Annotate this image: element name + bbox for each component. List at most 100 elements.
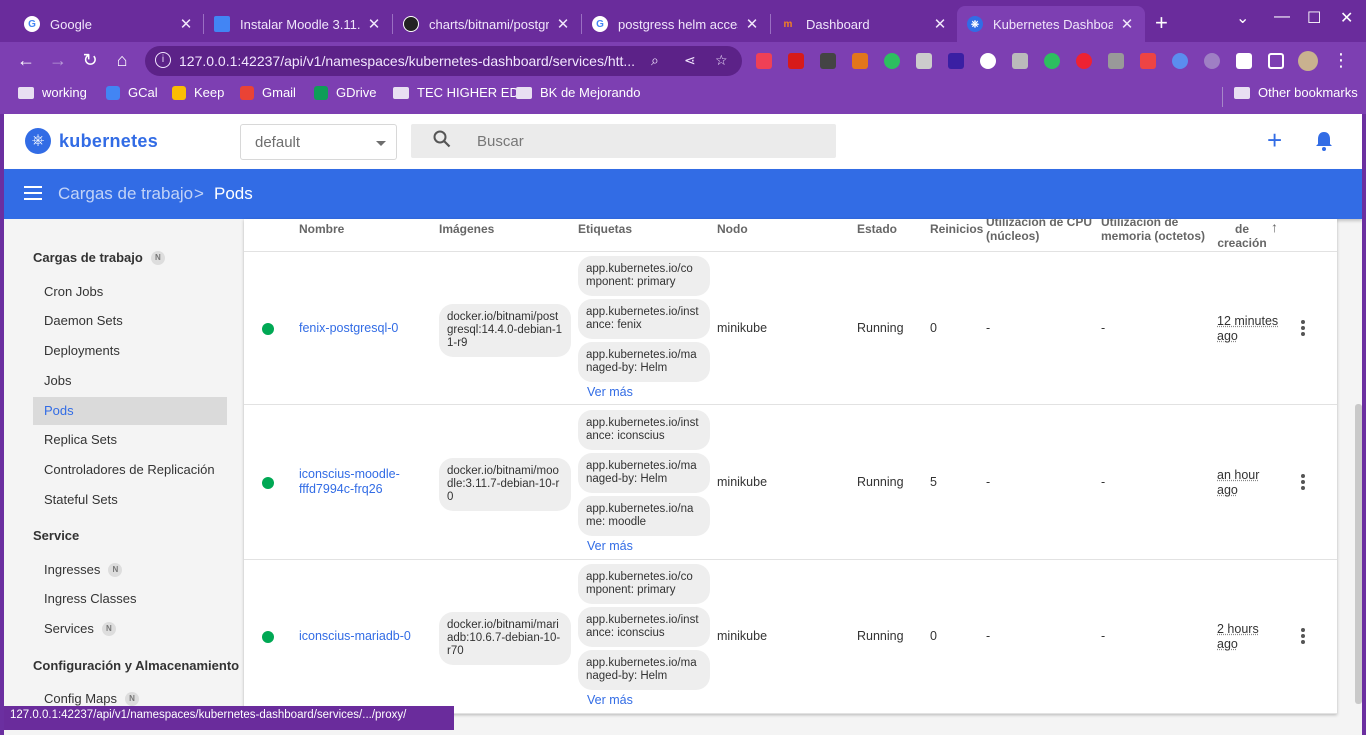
scrollbar[interactable] bbox=[1355, 404, 1362, 704]
close-icon[interactable]: ✕ bbox=[744, 15, 760, 33]
sidebar-item-deployments[interactable]: Deployments bbox=[33, 337, 227, 365]
sort-arrow-up-icon[interactable]: ↑ bbox=[1271, 220, 1278, 234]
breadcrumb-parent-link[interactable]: Cargas de trabajo bbox=[58, 184, 193, 204]
sidebar-section-service[interactable]: Service bbox=[33, 528, 79, 543]
close-icon[interactable]: ✕ bbox=[178, 15, 194, 33]
memory-cell: - bbox=[1101, 475, 1106, 489]
bookmark-star-icon[interactable]: ☆ bbox=[715, 52, 728, 69]
new-tab-button[interactable]: + bbox=[1155, 10, 1168, 36]
more-vert-icon[interactable] bbox=[1301, 628, 1307, 646]
namespace-select[interactable]: default bbox=[240, 124, 397, 160]
hootsuite-icon[interactable] bbox=[820, 53, 836, 69]
share-icon[interactable]: ⋖ bbox=[684, 52, 696, 69]
image-chip: docker.io/bitnami/postgresql:14.4.0-debi… bbox=[439, 304, 571, 357]
pods-table: Nombre Imágenes Etiquetas Nodo Estado Re… bbox=[244, 219, 1337, 714]
bookmarks-bar: working GCal Keep Gmail GDrive TEC HIGHE… bbox=[0, 80, 1366, 114]
bookmark-gdrive[interactable]: GDrive bbox=[314, 85, 376, 100]
forward-icon[interactable]: → bbox=[46, 50, 70, 71]
bookmark-tec-higher-ed[interactable]: TEC HIGHER ED bbox=[393, 85, 519, 100]
extension-icon[interactable] bbox=[1108, 53, 1124, 69]
puzzle-icon[interactable] bbox=[1236, 53, 1252, 69]
create-plus-icon[interactable]: + bbox=[1267, 127, 1282, 153]
extension-icon[interactable] bbox=[1204, 53, 1220, 69]
show-more-labels-link[interactable]: Ver más bbox=[587, 385, 633, 399]
sidebar-item-ingress-classes[interactable]: Ingress Classes bbox=[33, 585, 227, 613]
sidebar-item-replica-sets[interactable]: Replica Sets bbox=[33, 426, 227, 454]
close-icon[interactable]: ✕ bbox=[1119, 15, 1135, 33]
pocket-icon[interactable] bbox=[756, 53, 772, 69]
tab-github[interactable]: charts/bitnami/postgre ✕ bbox=[393, 6, 581, 42]
more-vert-icon[interactable] bbox=[1301, 320, 1307, 338]
tab-dashboard[interactable]: m Dashboard ✕ bbox=[770, 6, 958, 42]
column-header-labels: Etiquetas bbox=[578, 222, 633, 236]
tab-google[interactable]: G Google ✕ bbox=[14, 6, 204, 42]
pod-name-link[interactable]: fenix-postgresql-0 bbox=[299, 321, 419, 336]
address-bar[interactable]: i 127.0.0.1:42237/api/v1/namespaces/kube… bbox=[145, 46, 742, 76]
home-icon[interactable]: ⌂ bbox=[110, 50, 134, 71]
sidebar-item-cron-jobs[interactable]: Cron Jobs bbox=[33, 278, 227, 306]
zoom-icon[interactable]: ⌕ bbox=[651, 52, 659, 69]
bookmark-gmail[interactable]: Gmail bbox=[240, 85, 296, 100]
info-icon[interactable]: i bbox=[155, 52, 171, 68]
more-vert-icon[interactable] bbox=[1301, 474, 1307, 492]
column-header-memory: Utilización de memoria (octetos) bbox=[1101, 219, 1206, 243]
sidebar-item-pods[interactable]: Pods bbox=[33, 397, 227, 425]
pod-name-link[interactable]: iconscius-moodle-fffd7994c-frq26 bbox=[299, 467, 419, 497]
bookmark-keep[interactable]: Keep bbox=[172, 85, 224, 100]
tab-kubernetes-dashboard[interactable]: ⎈ Kubernetes Dashboard ✕ bbox=[957, 6, 1145, 42]
tab-moodle-doc[interactable]: Instalar Moodle 3.11.7 con ✕ bbox=[204, 6, 392, 42]
column-header-created[interactable]: de creación bbox=[1217, 222, 1267, 250]
maximize-button[interactable]: ☐ bbox=[1307, 8, 1321, 28]
calendar-icon bbox=[106, 85, 120, 100]
sidebar-item-jobs[interactable]: Jobs bbox=[33, 367, 227, 395]
namespaced-badge: N bbox=[150, 250, 165, 265]
menu-hamburger-icon[interactable] bbox=[24, 186, 42, 200]
extension-icon[interactable] bbox=[948, 53, 964, 69]
menu-icon[interactable]: ⋮ bbox=[1329, 50, 1353, 71]
flipboard-icon[interactable] bbox=[788, 53, 804, 69]
evernote-icon[interactable] bbox=[884, 53, 900, 69]
play-icon[interactable] bbox=[980, 53, 996, 69]
extension-icon[interactable] bbox=[1172, 53, 1188, 69]
address-url[interactable]: 127.0.0.1:42237/api/v1/namespaces/kubern… bbox=[179, 53, 639, 69]
bookmark-working[interactable]: working bbox=[18, 85, 87, 100]
sidebar-item-daemon-sets[interactable]: Daemon Sets bbox=[33, 307, 227, 335]
notifications-bell-icon[interactable] bbox=[1315, 131, 1333, 151]
sidebar-item-ingresses[interactable]: Ingresses N bbox=[33, 556, 227, 584]
back-icon[interactable]: ← bbox=[14, 50, 38, 71]
close-window-button[interactable]: ✕ bbox=[1340, 8, 1353, 28]
extension-icon[interactable] bbox=[1076, 53, 1092, 69]
tab-search-icon[interactable]: ⌄ bbox=[1236, 8, 1249, 28]
column-header-name[interactable]: Nombre bbox=[299, 222, 344, 236]
label-chip: app.kubernetes.io/instance: fenix bbox=[578, 299, 710, 339]
pod-name-link[interactable]: iconscius-mariadb-0 bbox=[299, 629, 429, 644]
tab-google-search[interactable]: G postgress helm access ✕ bbox=[582, 6, 770, 42]
reload-icon[interactable]: ↻ bbox=[78, 50, 102, 71]
sidebar-section-workloads[interactable]: Cargas de trabajo N bbox=[33, 250, 165, 265]
sidebar-section-config-storage[interactable]: Configuración y Almacenamiento bbox=[33, 658, 239, 673]
search-bar bbox=[411, 124, 836, 158]
sidepanel-icon[interactable] bbox=[1268, 53, 1284, 69]
close-icon[interactable]: ✕ bbox=[932, 15, 948, 33]
tab-title: Dashboard bbox=[806, 16, 870, 32]
extension-icon[interactable] bbox=[916, 53, 932, 69]
show-more-labels-link[interactable]: Ver más bbox=[587, 693, 633, 707]
close-icon[interactable]: ✕ bbox=[555, 15, 571, 33]
sidebar-item-replication-controllers[interactable]: Controladores de Replicación bbox=[33, 456, 227, 484]
close-icon[interactable]: ✕ bbox=[366, 15, 382, 33]
kubernetes-logo[interactable]: ⎈ kubernetes bbox=[25, 128, 158, 154]
extension-icon[interactable] bbox=[1140, 53, 1156, 69]
avatar[interactable] bbox=[1298, 51, 1318, 71]
other-bookmarks[interactable]: Other bookmarks bbox=[1234, 85, 1358, 100]
extension-icon[interactable] bbox=[1044, 53, 1060, 69]
sidebar-item-stateful-sets[interactable]: Stateful Sets bbox=[33, 486, 227, 514]
extension-icon[interactable] bbox=[1012, 53, 1028, 69]
show-more-labels-link[interactable]: Ver más bbox=[587, 539, 633, 553]
minimize-button[interactable]: — bbox=[1274, 8, 1290, 26]
sidebar-item-services[interactable]: Services N bbox=[33, 615, 227, 643]
search-input[interactable] bbox=[477, 124, 817, 158]
bookmark-gcal[interactable]: GCal bbox=[106, 85, 158, 100]
metamask-icon[interactable] bbox=[852, 53, 868, 69]
bookmark-bk-de-mejorando[interactable]: BK de Mejorando bbox=[516, 85, 640, 100]
dropdown-arrow-icon bbox=[376, 141, 386, 146]
